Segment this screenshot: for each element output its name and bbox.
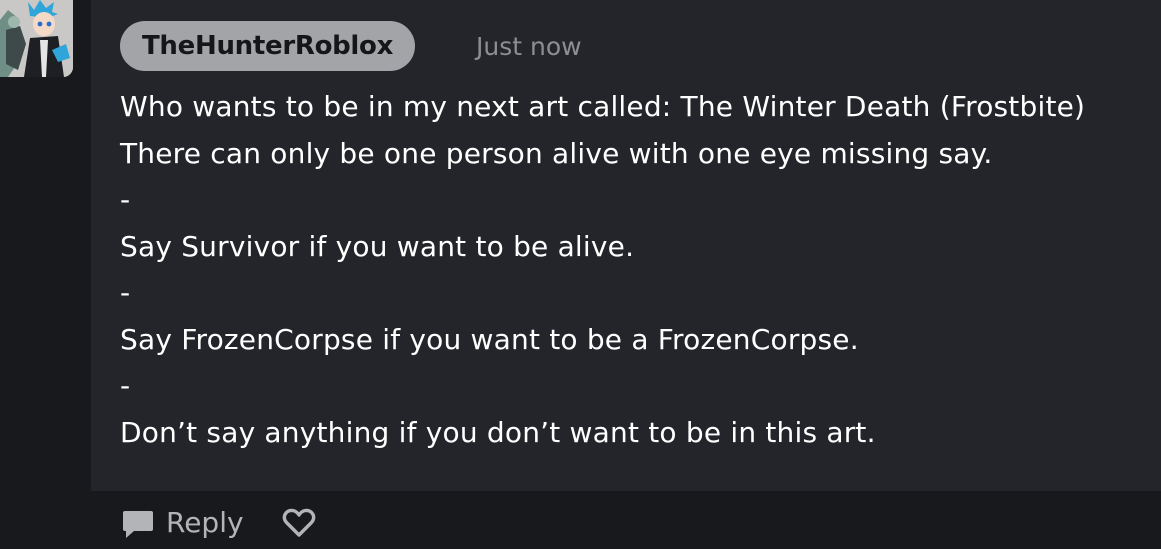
timestamp: Just now bbox=[476, 32, 582, 61]
comment-line: - bbox=[120, 276, 131, 309]
comment-line: There can only be one person alive with … bbox=[120, 136, 993, 170]
comment-line: Say FrozenCorpse if you want to be a Fro… bbox=[120, 322, 859, 356]
comment-line: Say Survivor if you want to be alive. bbox=[120, 229, 635, 263]
comment-line: - bbox=[120, 369, 131, 402]
reply-label: Reply bbox=[166, 506, 244, 539]
comment-actions: Reply bbox=[120, 503, 316, 543]
username-badge[interactable]: TheHunterRoblox bbox=[120, 21, 416, 71]
reply-button[interactable]: Reply bbox=[120, 503, 244, 543]
avatar[interactable] bbox=[0, 0, 73, 77]
speech-bubble-icon bbox=[123, 511, 153, 538]
comment-body: Who wants to be in my next art called: T… bbox=[120, 84, 1161, 456]
like-button[interactable] bbox=[282, 507, 316, 539]
heart-outline-icon bbox=[282, 508, 315, 537]
comment-line: - bbox=[120, 183, 131, 216]
comment-line: Don’t say anything if you don’t want to … bbox=[120, 415, 876, 449]
avatar-image bbox=[0, 0, 73, 77]
comment-line: Who wants to be in my next art called: T… bbox=[120, 90, 1086, 123]
